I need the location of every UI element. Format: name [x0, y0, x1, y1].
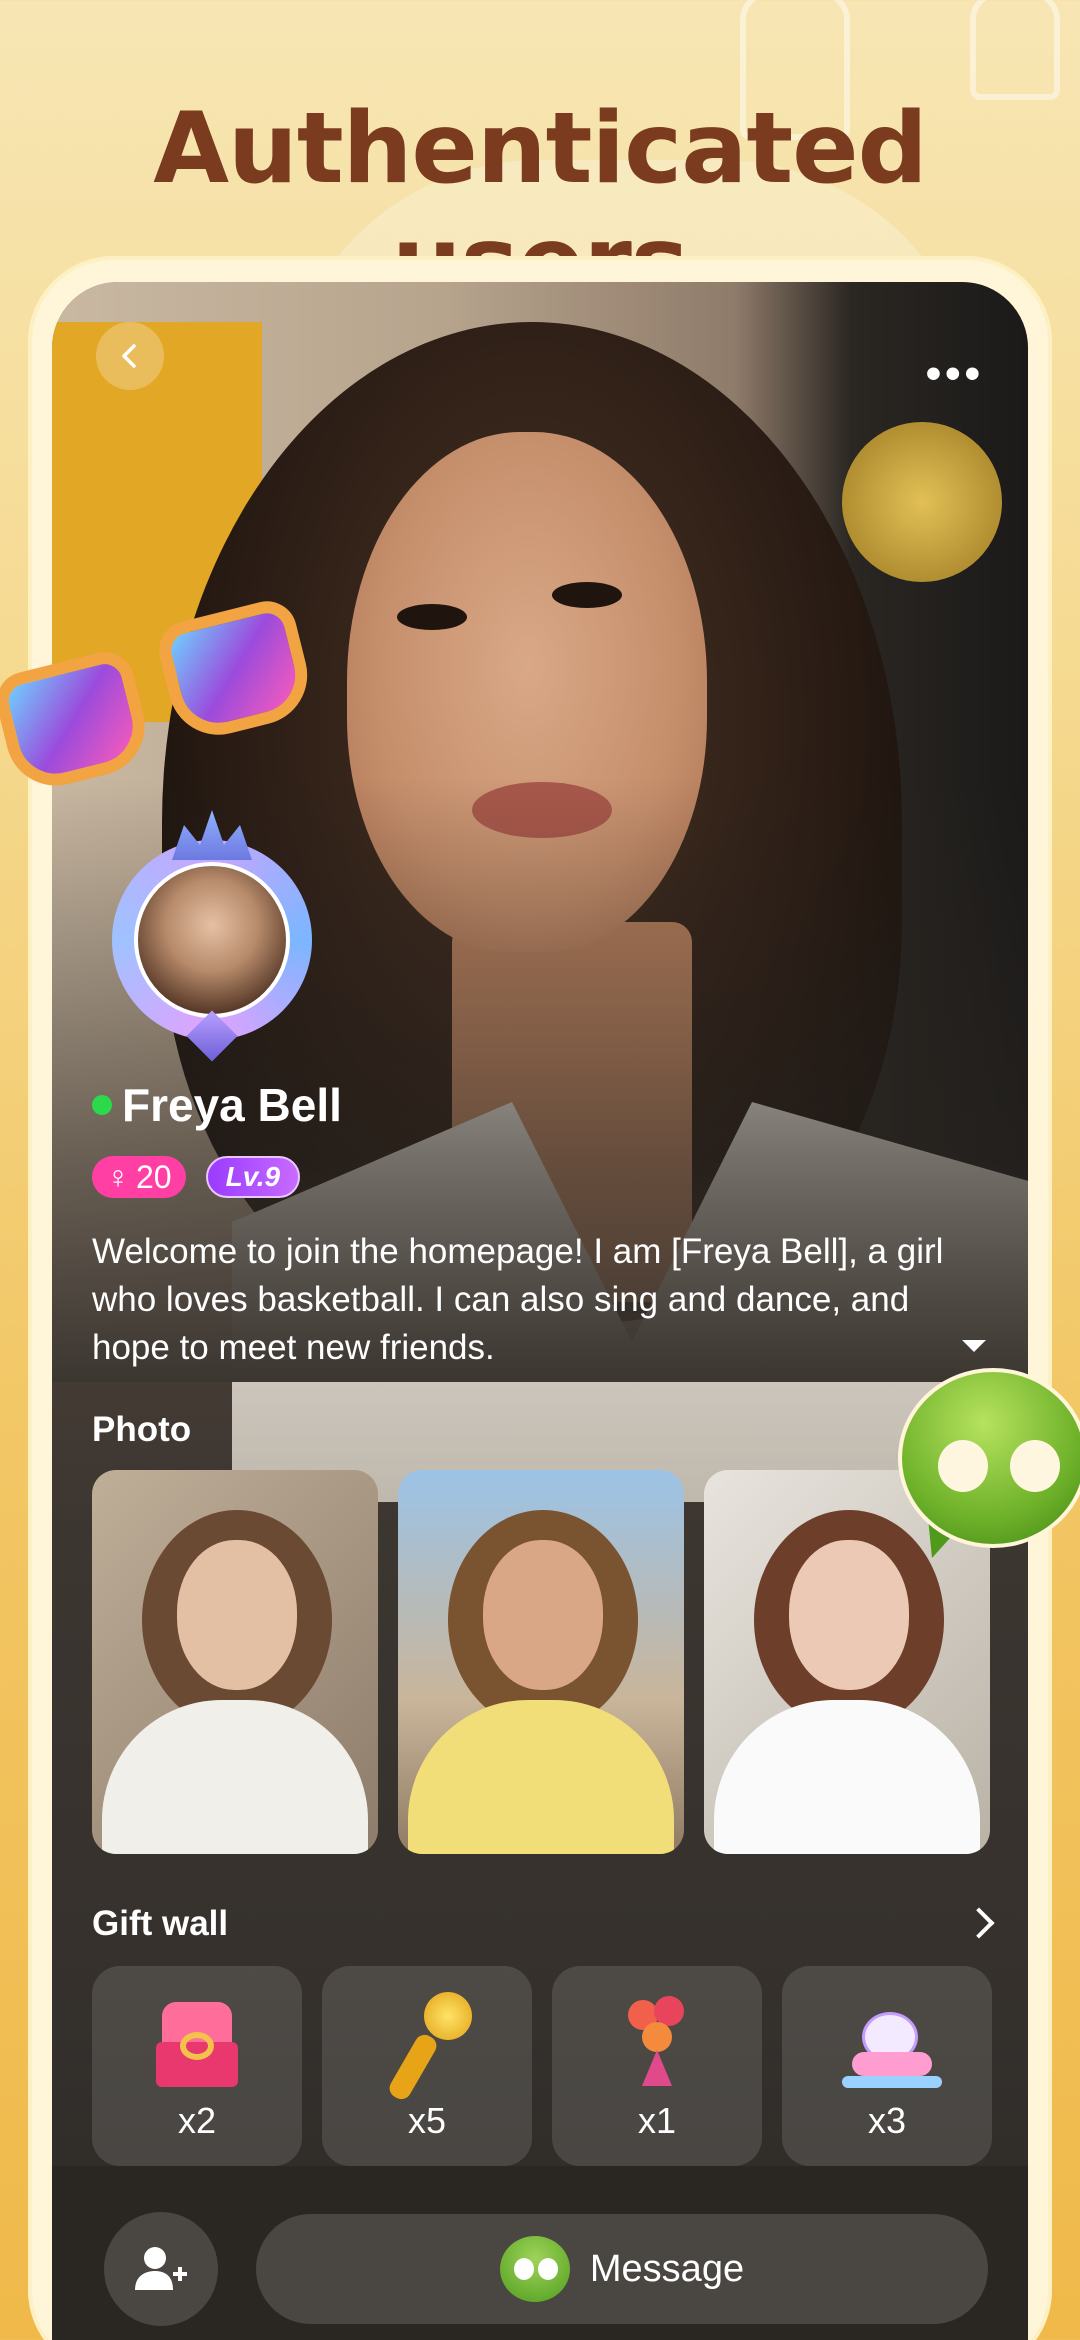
- gift-count: x5: [407, 2100, 447, 2141]
- gift-count: x3: [867, 2100, 907, 2141]
- gift-item[interactable]: x1: [552, 1966, 762, 2166]
- gift-count: x2: [177, 2100, 217, 2141]
- gallery-photo[interactable]: [92, 1470, 378, 1854]
- age-value: 20: [136, 1158, 172, 1195]
- add-user-icon: [135, 2247, 187, 2290]
- ring-box-icon: [142, 1992, 252, 2092]
- add-friend-button[interactable]: [104, 2212, 218, 2326]
- back-button[interactable]: [96, 322, 164, 390]
- gender-age-badge: ♀ 20: [92, 1156, 186, 1198]
- profile-bio: Welcome to join the homepage! I am [Frey…: [92, 1232, 944, 1367]
- chevron-left-icon: [122, 344, 136, 368]
- avatar: [134, 862, 290, 1018]
- online-status-dot: [92, 1095, 112, 1115]
- ellipsis-icon: •••: [925, 349, 984, 398]
- gift-item[interactable]: x3: [782, 1966, 992, 2166]
- female-icon: ♀: [106, 1158, 130, 1195]
- message-button[interactable]: Message: [256, 2214, 988, 2324]
- gift-count: x1: [637, 2100, 677, 2141]
- floating-chat-icon[interactable]: [898, 1368, 1080, 1568]
- avatar-frame[interactable]: [102, 810, 322, 1062]
- photo-gallery: [92, 1470, 990, 1854]
- crown-icon: [172, 810, 252, 860]
- photo-section-title: Photo: [92, 1410, 192, 1449]
- expand-bio-icon[interactable]: [962, 1340, 986, 1352]
- name-row: Freya Bell: [92, 1078, 342, 1132]
- gift-wall: x2 x5 x1 x3: [92, 1966, 992, 2166]
- message-label: Message: [589, 2247, 745, 2290]
- gallery-photo[interactable]: [398, 1470, 684, 1854]
- gift-item[interactable]: x5: [322, 1966, 532, 2166]
- microphone-icon: [372, 1992, 482, 2103]
- unicorn-rocker-icon: [832, 1992, 942, 2092]
- gift-item[interactable]: x2: [92, 1966, 302, 2166]
- gift-wall-title: Gift wall: [92, 1904, 229, 1943]
- bouquet-icon: [602, 1992, 712, 2092]
- level-badge: Lv.9: [205, 1156, 301, 1198]
- profile-name: Freya Bell: [122, 1079, 342, 1131]
- profile-badges: ♀ 20 Lv.9: [92, 1156, 301, 1198]
- background-lantern: [970, 0, 1060, 100]
- more-options-button[interactable]: •••: [926, 352, 984, 396]
- chat-bubble-icon: [499, 2236, 570, 2302]
